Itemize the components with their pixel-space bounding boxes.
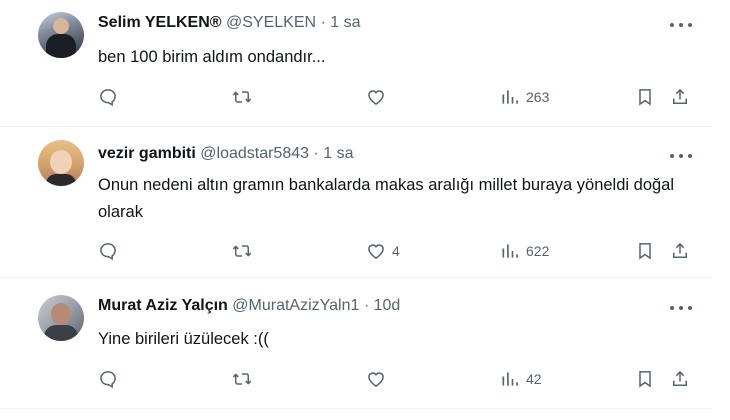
share-button[interactable] <box>670 86 690 108</box>
heart-icon <box>368 90 384 105</box>
views-chart-icon <box>502 372 518 386</box>
separator: · <box>313 145 319 162</box>
handle[interactable]: @SYELKEN <box>226 14 316 31</box>
avatar[interactable] <box>38 295 84 341</box>
view-count: 263 <box>526 89 550 105</box>
heart-icon <box>368 372 384 387</box>
tweet-text: ben 100 birim aldım ondandır... <box>98 48 326 66</box>
view-count: 42 <box>526 371 542 387</box>
timestamp[interactable]: 1 sa <box>330 14 360 31</box>
retweet-button[interactable] <box>232 86 252 108</box>
tweet-text: Onun nedeni altın gramın bankalarda maka… <box>98 176 675 221</box>
avatar[interactable] <box>38 140 84 186</box>
tweet-header: vezir gambiti @loadstar5843 · 1 sa <box>98 145 354 163</box>
share-icon <box>673 370 687 386</box>
views-button[interactable]: 622 <box>500 240 549 262</box>
bookmark-button[interactable] <box>635 240 655 262</box>
reply-icon <box>100 89 116 107</box>
more-dots-icon[interactable] <box>670 303 692 313</box>
tweet[interactable]: vezir gambiti @loadstar5843 · 1 sa Onun … <box>0 127 712 278</box>
share-icon <box>673 242 687 258</box>
retweet-button[interactable] <box>232 240 252 262</box>
like-button[interactable] <box>366 86 392 108</box>
timestamp[interactable]: 10d <box>374 297 401 314</box>
reply-icon <box>100 371 116 389</box>
tweet-header: Selim YELKEN® @SYELKEN · 1 sa <box>98 14 361 32</box>
like-button[interactable]: 4 <box>366 240 400 262</box>
share-button[interactable] <box>670 240 690 262</box>
tweet[interactable]: Selim YELKEN® @SYELKEN · 1 sa ben 100 bi… <box>0 0 712 127</box>
retweet-button[interactable] <box>232 368 252 390</box>
separator: · <box>320 14 326 31</box>
display-name[interactable]: vezir gambiti <box>98 145 196 162</box>
like-count: 4 <box>392 243 400 259</box>
retweet-icon <box>232 373 252 385</box>
tweet[interactable]: Murat Aziz Yalçın @MuratAzizYaln1 · 10d … <box>0 278 712 409</box>
view-count: 622 <box>526 243 550 259</box>
tweet-header: Murat Aziz Yalçın @MuratAzizYaln1 · 10d <box>98 297 400 315</box>
more-dots-icon[interactable] <box>670 20 692 30</box>
replies-feed: Selim YELKEN® @SYELKEN · 1 sa ben 100 bi… <box>0 0 730 420</box>
reply-button[interactable] <box>98 86 118 108</box>
bookmark-button[interactable] <box>635 368 655 390</box>
views-button[interactable]: 263 <box>500 86 549 108</box>
timestamp[interactable]: 1 sa <box>323 145 353 162</box>
reply-icon <box>100 243 116 261</box>
heart-icon <box>368 244 384 259</box>
retweet-icon <box>232 91 252 103</box>
more-dots-icon[interactable] <box>670 151 692 161</box>
bookmark-button[interactable] <box>635 86 655 108</box>
handle[interactable]: @MuratAzizYaln1 <box>232 297 359 314</box>
handle[interactable]: @loadstar5843 <box>200 145 309 162</box>
separator: · <box>363 297 370 314</box>
retweet-icon <box>232 245 252 257</box>
views-chart-icon <box>502 90 518 104</box>
share-icon <box>673 88 687 104</box>
bookmark-icon <box>639 243 651 260</box>
reply-button[interactable] <box>98 368 118 390</box>
views-button[interactable]: 42 <box>500 368 542 390</box>
share-button[interactable] <box>670 368 690 390</box>
display-name[interactable]: Murat Aziz Yalçın <box>98 297 228 314</box>
like-button[interactable] <box>366 368 392 390</box>
reply-button[interactable] <box>98 240 118 262</box>
views-chart-icon <box>502 244 518 258</box>
tweet-text: Yine birileri üzülecek :(( <box>98 330 269 348</box>
bookmark-icon <box>639 371 651 388</box>
display-name[interactable]: Selim YELKEN® <box>98 14 222 31</box>
bookmark-icon <box>639 89 651 106</box>
avatar[interactable] <box>38 12 84 58</box>
